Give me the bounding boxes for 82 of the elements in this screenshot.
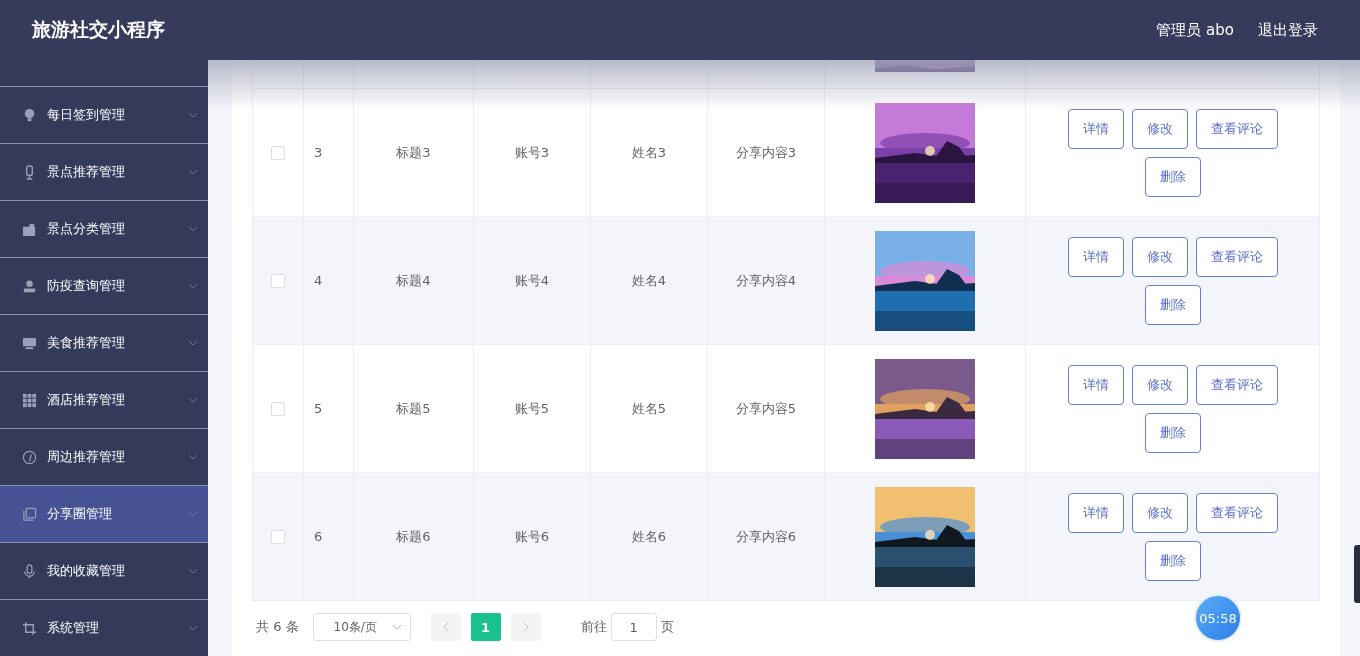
- table-cell: 5: [314, 401, 323, 416]
- table-cell: 标题4: [396, 271, 431, 290]
- comments-button[interactable]: 查看评论: [1195, 236, 1278, 277]
- row-checkbox[interactable]: [271, 145, 285, 160]
- chevron-down-icon: [188, 226, 198, 232]
- table-cell: 分享内容6: [735, 527, 797, 546]
- side-widget[interactable]: [1354, 545, 1360, 603]
- chevron-down-icon: [188, 625, 198, 631]
- monitor-icon: [22, 335, 37, 351]
- table-cell: 账号4: [514, 271, 550, 290]
- chevron-down-icon: [188, 454, 198, 460]
- delete-button[interactable]: 删除: [1144, 540, 1201, 581]
- microphone-icon: [22, 563, 37, 579]
- table-cell: 姓名6: [631, 527, 667, 546]
- sidebar-item[interactable]: 酒店推荐管理: [0, 372, 208, 429]
- edit-button[interactable]: 修改: [1131, 236, 1188, 277]
- table-cell: 账号5: [514, 399, 550, 418]
- crop-icon: [22, 620, 37, 636]
- page-input[interactable]: 1: [610, 613, 657, 641]
- table-cell: 姓名4: [631, 271, 667, 290]
- comments-button[interactable]: 查看评论: [1195, 108, 1278, 149]
- sidebar-item[interactable]: 景点推荐管理: [0, 144, 208, 201]
- row-checkbox[interactable]: [271, 273, 285, 288]
- detail-button[interactable]: 详情: [1067, 492, 1124, 533]
- row-checkbox[interactable]: [271, 529, 285, 544]
- sidebar-item[interactable]: 我的收藏管理: [0, 543, 208, 600]
- page-suffix: 页: [660, 618, 674, 636]
- user-label: 管理员 abo: [1156, 20, 1234, 40]
- table-cell: 分享内容5: [735, 399, 797, 418]
- detail-button[interactable]: 详情: [1067, 236, 1124, 277]
- goto-label: 前往: [580, 618, 607, 636]
- sidebar-item[interactable]: 防疫查询管理: [0, 258, 208, 315]
- table-cell: 标题5: [396, 399, 431, 418]
- chevron-left-icon: [442, 622, 449, 632]
- edit-button[interactable]: 修改: [1131, 364, 1188, 405]
- chevron-down-icon: [188, 568, 198, 574]
- table-cell: 分享内容4: [735, 271, 797, 290]
- chevron-down-icon: [188, 397, 198, 403]
- edit-button[interactable]: 修改: [1131, 492, 1188, 533]
- total-count: 共 6 条: [256, 618, 299, 636]
- logout-link[interactable]: 退出登录: [1258, 20, 1318, 40]
- delete-button[interactable]: 删除: [1144, 284, 1201, 325]
- chevron-down-icon: [391, 624, 402, 630]
- chevron-down-icon: [188, 283, 198, 289]
- table-cell: 标题6: [396, 527, 431, 546]
- delete-button[interactable]: 删除: [1144, 412, 1201, 453]
- chevron-down-icon: [188, 112, 198, 118]
- sidebar-item[interactable]: 景点分类管理: [0, 201, 208, 258]
- next-page-button[interactable]: [510, 613, 541, 641]
- edit-button[interactable]: 修改: [1131, 108, 1188, 149]
- sidebar-item[interactable]: 美食推荐管理: [0, 315, 208, 372]
- table-cell: 分享内容3: [735, 143, 797, 162]
- person-icon: [22, 278, 37, 294]
- table-cell: 3: [314, 145, 323, 160]
- app-title: 旅游社交小程序: [32, 17, 165, 42]
- chevron-down-icon: [188, 340, 198, 346]
- sidebar-item[interactable]: 分享圈管理: [0, 486, 208, 543]
- chevron-down-icon: [188, 511, 198, 517]
- chevron-right-icon: [522, 622, 529, 632]
- sidebar-item[interactable]: 系统管理: [0, 600, 208, 656]
- sidebar-item[interactable]: 每日签到管理: [0, 87, 208, 144]
- detail-button[interactable]: 详情: [1067, 108, 1124, 149]
- page-size-select[interactable]: 10条/页: [312, 613, 411, 641]
- comments-button[interactable]: 查看评论: [1195, 364, 1278, 405]
- gauge-icon: [22, 449, 37, 465]
- table-cell: 姓名5: [631, 399, 667, 418]
- previous-page-button[interactable]: [430, 613, 461, 641]
- row-checkbox[interactable]: [271, 401, 285, 416]
- table-cell: 账号3: [514, 143, 550, 162]
- table-cell: 账号6: [514, 527, 550, 546]
- table-cell: 标题3: [396, 143, 431, 162]
- table-cell: 6: [314, 529, 323, 544]
- table-cell: 4: [314, 273, 323, 288]
- copy-icon: [22, 506, 37, 522]
- wallet-icon: [22, 221, 37, 237]
- chevron-down-icon: [188, 169, 198, 175]
- delete-button[interactable]: 删除: [1144, 156, 1201, 197]
- table-cell: 姓名3: [631, 143, 667, 162]
- bulb-icon: [22, 107, 37, 123]
- detail-button[interactable]: 详情: [1067, 364, 1124, 405]
- grid-icon: [22, 392, 37, 408]
- comments-button[interactable]: 查看评论: [1195, 492, 1278, 533]
